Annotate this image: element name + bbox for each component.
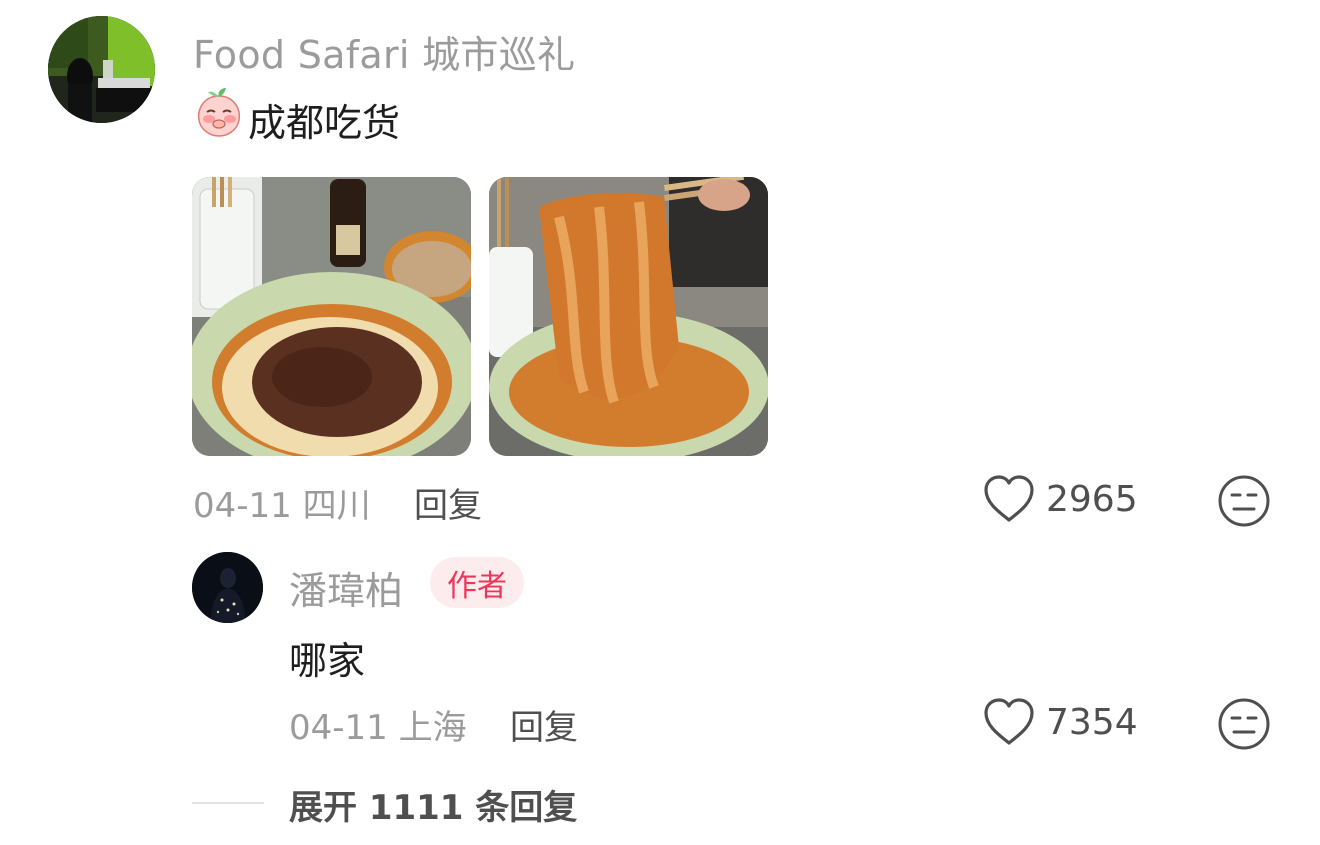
heart-outline-icon xyxy=(984,698,1034,745)
reply-dislike-button[interactable] xyxy=(1217,697,1271,751)
reply-text: 哪家 xyxy=(289,639,366,683)
reply-meta: 04-11 上海 xyxy=(289,700,467,749)
comment-location: 四川 xyxy=(302,486,371,526)
reply-like-button[interactable]: 7354 xyxy=(982,697,1138,747)
comment-image-2[interactable] xyxy=(489,177,768,456)
unamused-face-icon xyxy=(1218,475,1270,527)
reply-reply-button[interactable]: 回复 xyxy=(510,700,578,749)
replier-username[interactable]: 潘瑋柏 xyxy=(289,560,403,615)
reply-location: 上海 xyxy=(398,708,467,748)
unamused-face-icon xyxy=(1218,698,1270,750)
comment-meta: 04-11 四川 xyxy=(193,478,371,527)
comment-text: 成都吃货 xyxy=(248,101,401,145)
replier-avatar[interactable] xyxy=(192,552,263,623)
comment-date: 04-11 xyxy=(193,486,292,526)
comment-like-button[interactable]: 2965 xyxy=(982,474,1138,524)
comment-reply-button[interactable]: 回复 xyxy=(414,478,482,527)
comment-like-count: 2965 xyxy=(1046,478,1138,520)
reply-like-count: 7354 xyxy=(1046,701,1138,743)
comment-dislike-button[interactable] xyxy=(1217,474,1271,528)
reply-date: 04-11 xyxy=(289,708,388,748)
commenter-username[interactable]: Food Safari 城市巡礼 xyxy=(193,24,575,79)
avatar-photo xyxy=(192,552,263,623)
avatar-photo xyxy=(48,16,155,123)
author-badge: 作者 xyxy=(430,557,524,608)
blushing-peach-emoji-icon xyxy=(193,86,245,138)
expand-replies-button[interactable]: 展开 1111 条回复 xyxy=(289,780,577,829)
heart-outline-icon xyxy=(984,475,1034,522)
comment-image-1[interactable] xyxy=(192,177,471,456)
commenter-avatar[interactable] xyxy=(48,16,155,123)
expand-divider xyxy=(192,802,264,804)
